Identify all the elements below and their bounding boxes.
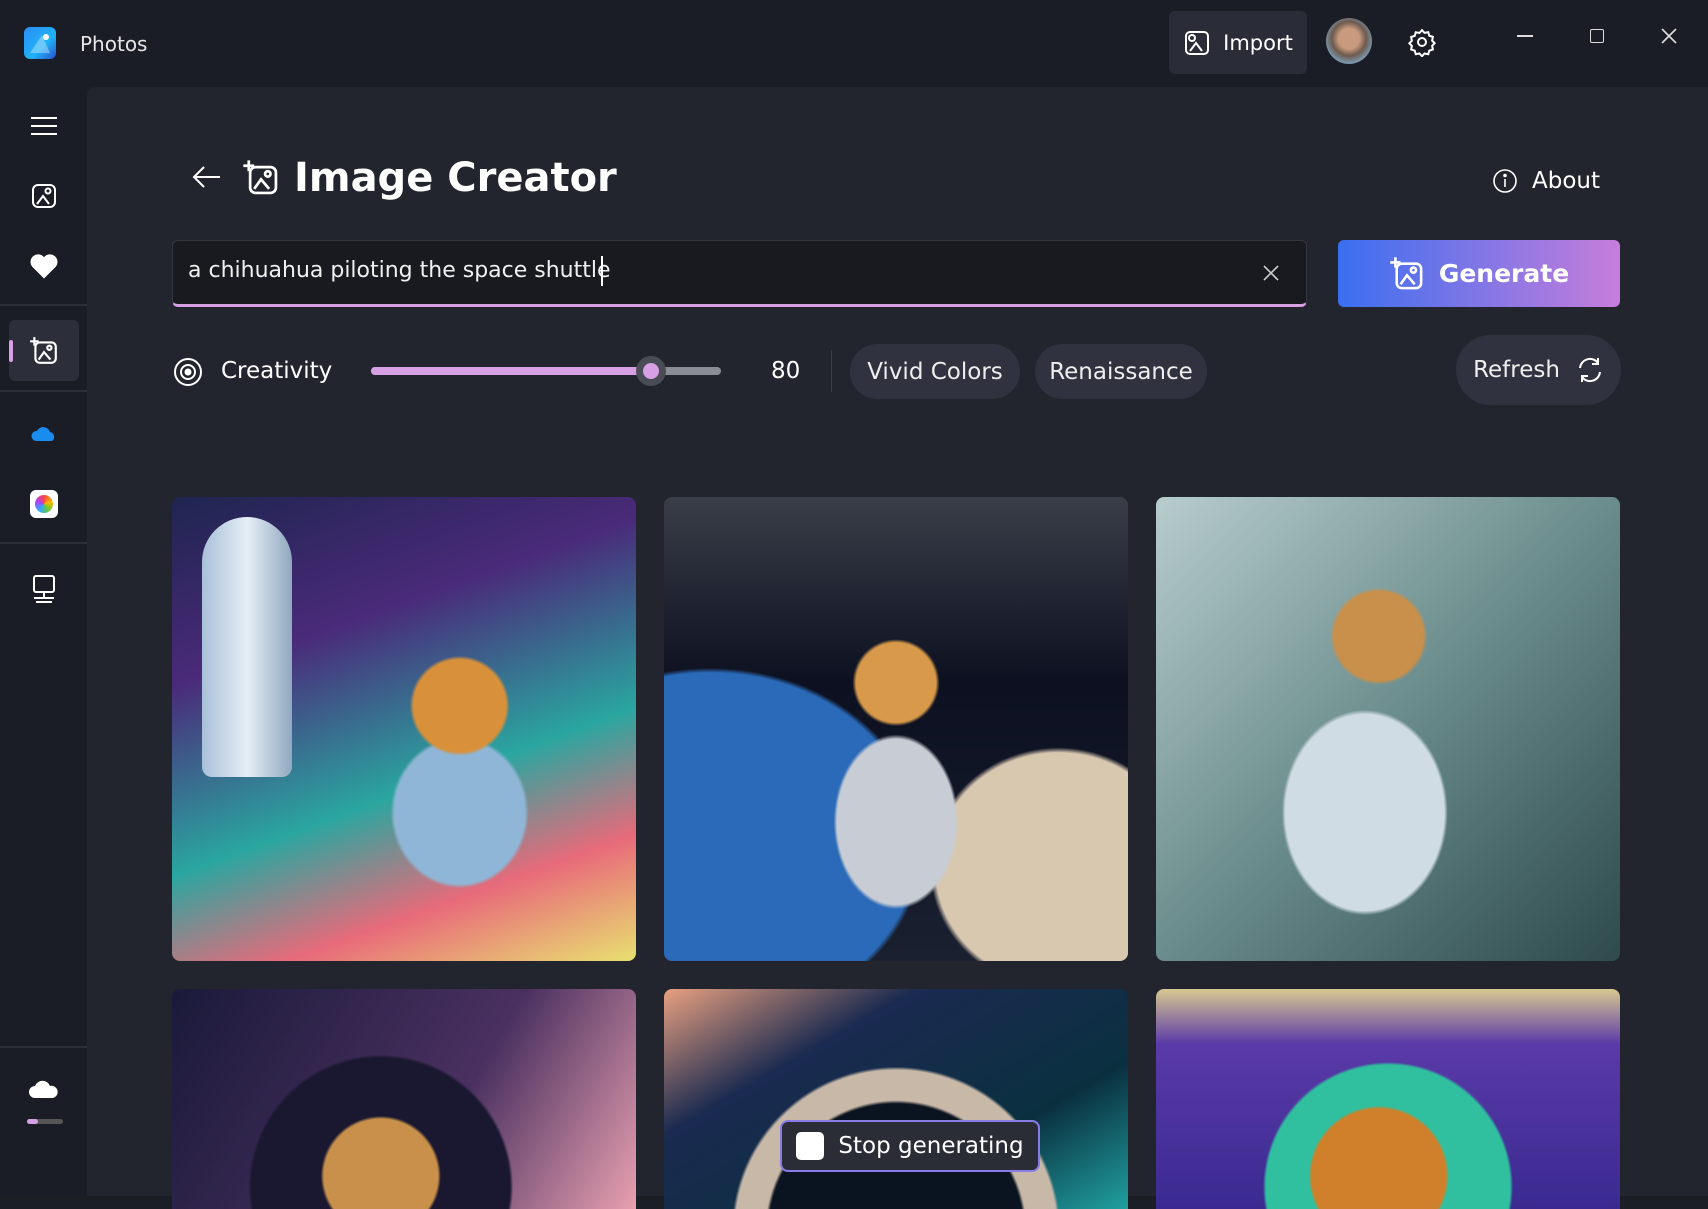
sidebar-divider [0, 1046, 87, 1048]
prompt-text: a chihuahua piloting the space shuttle [188, 258, 611, 283]
generated-image-5[interactable] [664, 989, 1128, 1209]
import-label: Import [1223, 30, 1293, 55]
sidebar-item-icloud-photos[interactable] [22, 482, 66, 526]
sidebar-divider [0, 390, 87, 392]
about-label: About [1532, 168, 1601, 194]
sidebar-divider [0, 304, 87, 306]
style-vivid-colors[interactable]: Vivid Colors [850, 344, 1020, 399]
refresh-icon [1578, 357, 1601, 383]
creativity-label: Creativity [221, 358, 333, 384]
title-bar: Photos Import [0, 0, 1708, 87]
generated-image-1[interactable] [172, 497, 636, 961]
slider-thumb[interactable] [636, 356, 666, 386]
style-renaissance[interactable]: Renaissance [1035, 344, 1207, 399]
back-arrow-icon [192, 166, 220, 188]
generated-image-6[interactable] [1156, 989, 1620, 1209]
refresh-button[interactable]: Refresh [1456, 335, 1621, 405]
back-button[interactable] [187, 157, 227, 197]
sidebar-item-onedrive[interactable] [22, 412, 66, 456]
close-button[interactable] [1649, 18, 1689, 54]
hamburger-icon [31, 117, 57, 135]
photos-logo-icon [24, 27, 56, 59]
refresh-label: Refresh [1473, 357, 1560, 383]
image-creator-panel: Image Creator About a chihuahua piloting… [87, 87, 1708, 1209]
prompt-input[interactable]: a chihuahua piloting the space shuttle [172, 240, 1307, 307]
settings-button[interactable] [1402, 22, 1442, 62]
image-creator-icon [243, 160, 278, 195]
maximize-button[interactable] [1577, 18, 1617, 54]
sync-progress [27, 1119, 63, 1124]
page-title: Image Creator [294, 155, 617, 201]
cloud-sync-button[interactable] [22, 1067, 66, 1111]
slider-fill [371, 367, 651, 375]
text-cursor [601, 256, 603, 286]
generate-button[interactable]: Generate [1338, 240, 1620, 307]
generate-label: Generate [1438, 259, 1570, 288]
sidebar-divider [0, 542, 87, 544]
info-icon [1493, 169, 1517, 193]
toolbar-divider [831, 350, 832, 392]
creativity-value: 80 [771, 358, 801, 384]
creativity-icon [174, 358, 202, 386]
sidebar-item-image-creator[interactable] [9, 320, 79, 381]
generated-image-2[interactable] [664, 497, 1128, 961]
sidebar-item-favorites[interactable] [22, 244, 66, 288]
gear-icon [1407, 28, 1437, 57]
heart-icon [30, 254, 58, 279]
about-button[interactable]: About [1492, 161, 1600, 201]
generated-image-3[interactable] [1156, 497, 1620, 961]
app-title: Photos [80, 32, 148, 56]
close-icon [1661, 28, 1677, 44]
sidebar-item-this-pc[interactable] [22, 567, 66, 611]
stop-label: Stop generating [838, 1133, 1024, 1159]
image-creator-icon [30, 337, 57, 364]
cloud-icon [29, 1080, 58, 1098]
avatar[interactable] [1326, 18, 1372, 64]
icloud-photos-icon [30, 490, 58, 518]
import-icon [1185, 30, 1210, 55]
import-button[interactable]: Import [1169, 11, 1307, 74]
minimize-button[interactable] [1505, 18, 1545, 54]
menu-button[interactable] [22, 104, 66, 148]
clear-icon[interactable] [1263, 265, 1279, 281]
onedrive-icon [31, 427, 55, 441]
image-creator-icon [1390, 256, 1423, 289]
stop-generating-button[interactable]: Stop generating [780, 1120, 1040, 1172]
sidebar [0, 87, 87, 1196]
computer-icon [33, 575, 55, 603]
stop-icon [796, 1132, 825, 1160]
creativity-slider[interactable] [371, 356, 721, 386]
generated-image-4[interactable] [172, 989, 636, 1209]
gallery-icon [32, 184, 56, 208]
sidebar-item-gallery[interactable] [22, 174, 66, 218]
